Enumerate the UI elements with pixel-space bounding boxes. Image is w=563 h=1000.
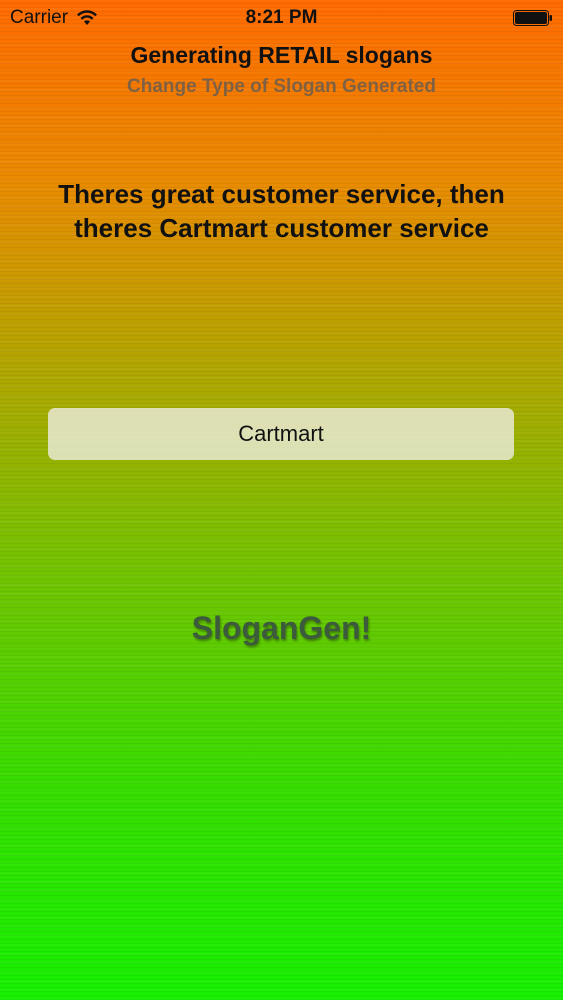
slogan-text: Theres great customer service, then ther… [58,179,505,243]
battery-icon [513,10,552,26]
change-slogan-type-button[interactable]: Change Type of Slogan Generated [0,76,563,98]
slogan-gen-button[interactable]: SloganGen! [0,610,563,647]
status-time: 8:21 PM [245,7,318,28]
wood-grain-background [0,0,563,1000]
page-title: Generating RETAIL slogans [130,42,433,68]
company-name-input[interactable]: Cartmart [48,408,514,460]
status-bar: Carrier 8:21 PM [0,0,563,38]
